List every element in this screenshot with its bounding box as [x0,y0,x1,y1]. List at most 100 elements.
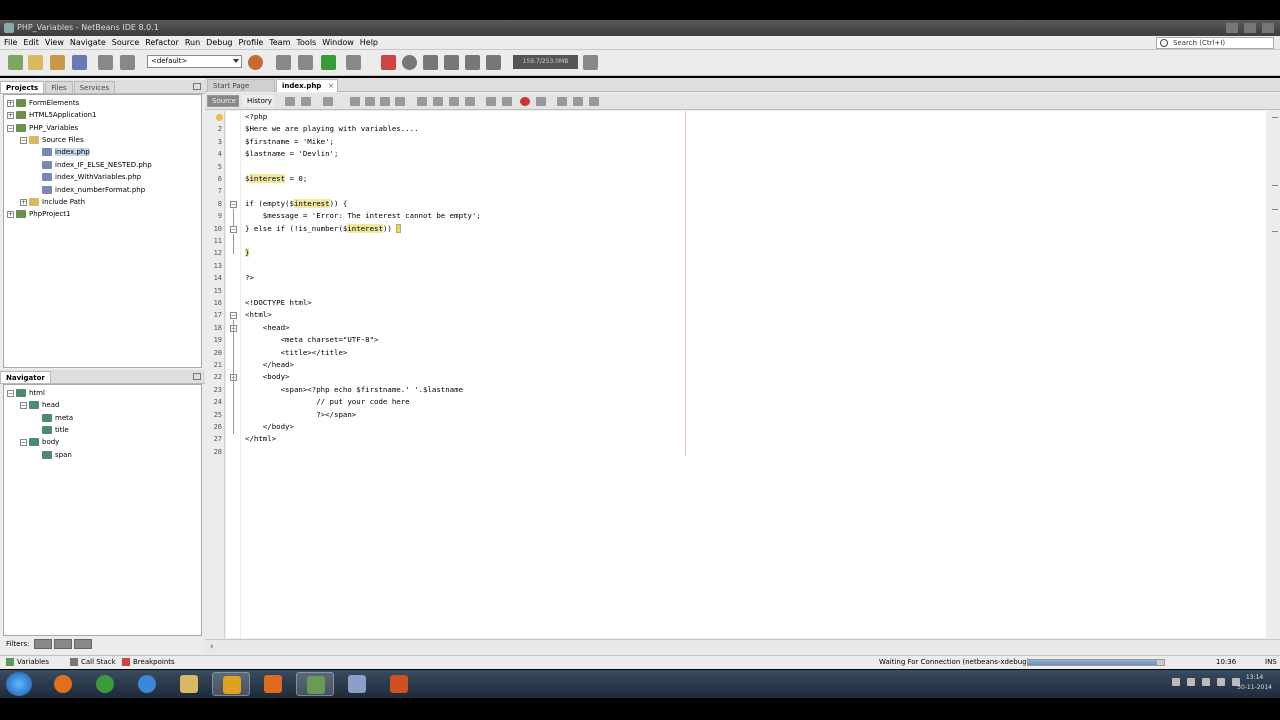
menu-edit[interactable]: Edit [23,38,39,47]
minimize-panel-icon[interactable] [193,373,201,380]
taskbar-virtualbox[interactable] [338,672,376,696]
memory-gauge[interactable]: 159.7/253.0MB [513,55,578,69]
browser-icon[interactable] [248,55,263,70]
build-icon[interactable] [276,55,291,70]
tree-node-include-path[interactable]: + Include Path [20,196,85,208]
fold-toggle-icon[interactable]: − [230,201,237,208]
save-all-icon[interactable] [72,55,87,70]
tray-monitor-icon[interactable] [1202,678,1210,686]
redo-icon[interactable] [120,55,135,70]
run-file-icon[interactable] [589,97,599,106]
next-bookmark-icon[interactable] [433,97,443,106]
taskbar-firefox[interactable] [44,672,82,696]
tree-node-index-numberformat[interactable]: index_numberFormat.php [42,184,145,196]
tree-node-index-withvariables[interactable]: index_WithVariables.php [42,171,141,183]
find-icon[interactable] [350,97,360,106]
fold-toggle-icon[interactable]: − [230,226,237,233]
start-button[interactable] [6,672,32,696]
taskbar-clock[interactable]: 13:14 30-11-2014 [1237,673,1272,693]
menu-source[interactable]: Source [112,38,139,47]
menu-view[interactable]: View [45,38,64,47]
history-view-button[interactable]: History [242,95,274,107]
menu-navigate[interactable]: Navigate [70,38,106,47]
continue-icon[interactable] [423,55,438,70]
tab-files[interactable]: Files [45,81,73,93]
menu-team[interactable]: Team [269,38,290,47]
taskbar-powerpoint[interactable] [380,672,418,696]
nav-node-body[interactable]: − body [20,436,59,448]
nav-node-meta[interactable]: meta [42,412,73,424]
tray-arrow-icon[interactable] [1172,678,1180,686]
start-macro-icon[interactable] [520,97,530,106]
back-icon[interactable] [285,97,295,106]
last-edit-icon[interactable] [323,97,333,106]
tree-node-source-files[interactable]: − Source Files [20,134,84,146]
garbage-collect-icon[interactable] [583,55,598,70]
run-icon[interactable] [321,55,336,70]
hint-bulb-icon[interactable] [216,114,223,121]
uncomment-icon[interactable] [557,97,567,106]
filter-toggle-1[interactable] [33,639,52,649]
open-project-icon[interactable] [50,55,65,70]
tab-start-page[interactable]: Start Page [207,79,275,92]
tab-services[interactable]: Services [73,81,116,93]
undo-icon[interactable] [98,55,113,70]
previous-bookmark-icon[interactable] [417,97,427,106]
new-file-icon[interactable] [28,55,43,70]
shift-right-icon[interactable] [486,97,496,106]
tab-breakpoints[interactable]: Breakpoints [122,656,175,669]
error-stripe[interactable] [1270,111,1280,638]
menu-help[interactable]: Help [360,38,378,47]
shift-left-icon[interactable] [465,97,475,106]
tree-node-index-if-else-nested[interactable]: index_IF_ELSE_NESTED.php [42,159,152,171]
tree-node-index-php[interactable]: index.php [42,146,90,158]
clean-build-icon[interactable] [298,55,313,70]
stop-icon[interactable] [381,55,396,70]
step-over-icon[interactable] [444,55,459,70]
tab-variables[interactable]: Variables [6,656,49,669]
tray-flag-icon[interactable] [1187,678,1195,686]
menu-run[interactable]: Run [185,38,200,47]
toggle-bookmark-icon[interactable] [449,97,459,106]
nav-node-span[interactable]: span [42,449,72,461]
filter-toggle-2[interactable] [53,639,72,649]
step-out-icon[interactable] [486,55,501,70]
tab-index-php[interactable]: index.php × [276,79,338,92]
nav-node-head[interactable]: − head [20,399,59,411]
forward-icon[interactable] [301,97,311,106]
taskbar-xampp[interactable] [254,672,292,696]
minimize-panel-icon[interactable] [193,83,201,90]
taskbar-netbeans[interactable] [296,672,334,696]
menu-tools[interactable]: Tools [297,38,317,47]
configuration-select[interactable]: <default> [147,55,242,68]
taskbar-terminal[interactable] [212,672,250,696]
close-button[interactable] [1262,23,1274,33]
nav-node-title[interactable]: title [42,424,69,436]
find-next-icon[interactable] [380,97,390,106]
expand-arrow-icon[interactable]: › [210,642,214,652]
menu-profile[interactable]: Profile [238,38,263,47]
tray-network-icon[interactable] [1217,678,1225,686]
tree-node-phpproject1[interactable]: + PhpProject1 [7,208,71,220]
taskbar-ie[interactable] [128,672,166,696]
fold-toggle-icon[interactable]: − [230,312,237,319]
menu-refactor[interactable]: Refactor [145,38,179,47]
debug-icon[interactable] [346,55,361,70]
taskbar-explorer[interactable] [170,672,208,696]
new-project-icon[interactable] [8,55,23,70]
code-editor[interactable]: <?php $Here we are playing with variable… [241,111,1266,638]
tree-node-php-variables[interactable]: − PHP_Variables [7,122,78,134]
find-previous-icon[interactable] [365,97,375,106]
close-tab-icon[interactable]: × [328,80,334,92]
nav-node-html[interactable]: − html [7,387,45,399]
tab-projects[interactable]: Projects [0,81,45,93]
pause-icon[interactable] [402,55,417,70]
tree-node-formelements[interactable]: + FormElements [7,97,79,109]
horizontal-scrollbar[interactable]: › [205,639,1280,653]
search-input[interactable]: Search (Ctrl+I) [1156,37,1274,49]
taskbar-chrome[interactable] [86,672,124,696]
menu-file[interactable]: File [4,38,17,47]
tab-navigator[interactable]: Navigator [0,371,51,383]
menu-debug[interactable]: Debug [206,38,232,47]
menu-window[interactable]: Window [322,38,354,47]
